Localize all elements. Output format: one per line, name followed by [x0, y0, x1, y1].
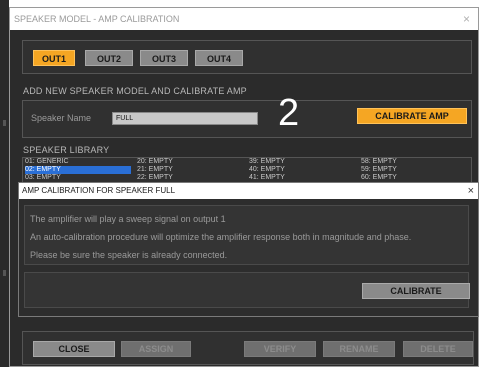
dialog-close-icon[interactable]: ×	[468, 183, 474, 199]
dialog-message-panel: The amplifier will play a sweep signal o…	[24, 205, 469, 265]
dialog-message-line: The amplifier will play a sweep signal o…	[30, 214, 226, 224]
library-item[interactable]: 60: EMPTY	[361, 174, 461, 182]
library-item[interactable]: 58: EMPTY	[361, 158, 461, 166]
calibrate-button[interactable]: CALIBRATE	[362, 283, 470, 299]
dialog-titlebar: AMP CALIBRATION FOR SPEAKER FULL ×	[19, 183, 478, 199]
action-bar: CLOSE ASSIGN VERIFY RENAME DELETE	[22, 331, 474, 365]
annotation-number: 2	[278, 92, 300, 134]
library-item[interactable]: 59: EMPTY	[361, 166, 461, 174]
out1-button[interactable]: OUT1	[33, 50, 75, 66]
rename-button[interactable]: RENAME	[323, 341, 395, 357]
close-icon[interactable]: ×	[463, 8, 470, 30]
library-item[interactable]: 40: EMPTY	[249, 166, 349, 174]
dialog-title: AMP CALIBRATION FOR SPEAKER FULL	[22, 186, 176, 195]
close-button[interactable]: CLOSE	[33, 341, 115, 357]
speaker-library-list: 01: GENERIC 02: EMPTY 03: EMPTY 20: EMPT…	[22, 157, 472, 183]
assign-button[interactable]: ASSIGN	[121, 341, 191, 357]
library-item[interactable]: 21: EMPTY	[137, 166, 237, 174]
library-item[interactable]: 39: EMPTY	[249, 158, 349, 166]
out4-button[interactable]: OUT4	[195, 50, 243, 66]
dialog-action-panel: CALIBRATE	[24, 272, 470, 308]
library-item[interactable]: 22: EMPTY	[137, 174, 237, 182]
dialog-message-line: Please be sure the speaker is already co…	[30, 250, 228, 260]
library-item-selected[interactable]: 02: EMPTY	[25, 166, 131, 174]
library-item[interactable]: 01: GENERIC	[25, 158, 131, 166]
desktop-edge	[0, 0, 9, 367]
speaker-name-input[interactable]: FULL	[112, 112, 258, 125]
library-item[interactable]: 20: EMPTY	[137, 158, 237, 166]
desktop-marker	[3, 270, 6, 276]
library-item[interactable]: 41: EMPTY	[249, 174, 349, 182]
delete-button[interactable]: DELETE	[403, 341, 473, 357]
window-titlebar: SPEAKER MODEL - AMP CALIBRATION ×	[10, 8, 478, 30]
window-title: SPEAKER MODEL - AMP CALIBRATION	[14, 14, 180, 24]
calibrate-amp-button[interactable]: CALIBRATE AMP	[357, 108, 467, 124]
dialog-message-line: An auto-calibration procedure will optim…	[30, 232, 412, 242]
amp-calibration-dialog: AMP CALIBRATION FOR SPEAKER FULL × The a…	[18, 182, 479, 317]
output-selector: OUT1 OUT2 OUT3 OUT4	[22, 40, 472, 74]
out2-button[interactable]: OUT2	[85, 50, 133, 66]
speaker-name-label: Speaker Name	[31, 113, 92, 123]
desktop-marker	[3, 120, 6, 126]
library-heading: SPEAKER LIBRARY	[23, 145, 110, 155]
add-section-heading: ADD NEW SPEAKER MODEL AND CALIBRATE AMP	[23, 86, 247, 96]
verify-button[interactable]: VERIFY	[244, 341, 316, 357]
out3-button[interactable]: OUT3	[140, 50, 188, 66]
library-item[interactable]: 03: EMPTY	[25, 174, 131, 182]
